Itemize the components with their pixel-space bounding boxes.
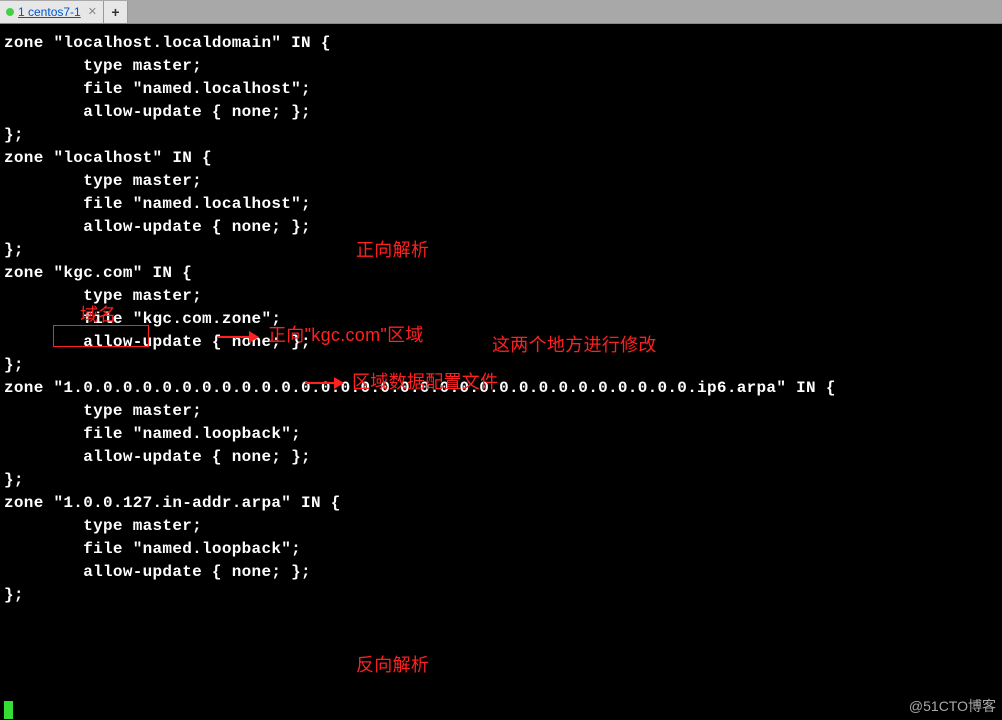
- red-box-domain: [53, 325, 149, 347]
- terminal-line: zone "1.0.0.127.in-addr.arpa" IN {: [4, 492, 998, 515]
- annotation-reverse-resolve: 反向解析: [356, 654, 429, 677]
- close-icon[interactable]: ✕: [88, 5, 97, 18]
- tab-bar: 1 centos7-1 ✕ +: [0, 0, 1002, 24]
- terminal-area[interactable]: zone "localhost.localdomain" IN { type m…: [0, 24, 1002, 611]
- terminal-line: zone "localhost" IN {: [4, 147, 998, 170]
- terminal-line: };: [4, 584, 998, 607]
- terminal-line: };: [4, 469, 998, 492]
- terminal-line: type master;: [4, 515, 998, 538]
- annotation-domain-label: 域名: [80, 304, 117, 327]
- terminal-line: allow-update { none; };: [4, 101, 998, 124]
- terminal-line: file "named.loopback";: [4, 423, 998, 446]
- tab-label: 1 centos7-1: [18, 5, 81, 19]
- arrow-icon: [218, 336, 258, 338]
- terminal-line: allow-update { none; };: [4, 561, 998, 584]
- terminal-cursor: [4, 701, 13, 719]
- terminal-line: };: [4, 239, 998, 262]
- terminal-line: zone "kgc.com" IN {: [4, 262, 998, 285]
- terminal-line: type master;: [4, 55, 998, 78]
- terminal-line: type master;: [4, 170, 998, 193]
- watermark: @51CTO博客: [909, 696, 996, 716]
- terminal-line: allow-update { none; };: [4, 446, 998, 469]
- tab-centos7-1[interactable]: 1 centos7-1 ✕: [0, 1, 104, 23]
- new-tab-button[interactable]: +: [104, 1, 128, 23]
- terminal-line: };: [4, 354, 998, 377]
- terminal-line: file "named.loopback";: [4, 538, 998, 561]
- annotation-zone-file: 区域数据配置文件: [352, 371, 498, 394]
- arrow-icon: [305, 382, 343, 384]
- annotation-modify-note: 这两个地方进行修改: [492, 334, 657, 357]
- terminal-line: file "kgc.com.zone";: [4, 308, 998, 331]
- terminal-line: };: [4, 124, 998, 147]
- terminal-line: zone "1.0.0.0.0.0.0.0.0.0.0.0.0.0.0.0.0.…: [4, 377, 998, 400]
- annotation-forward-zone: 正向"kgc.com"区域: [268, 324, 424, 347]
- annotation-forward-resolve: 正向解析: [356, 239, 429, 262]
- terminal-line: allow-update { none; };: [4, 216, 998, 239]
- terminal-line: type master;: [4, 400, 998, 423]
- terminal-line: type master;: [4, 285, 998, 308]
- terminal-line: zone "localhost.localdomain" IN {: [4, 32, 998, 55]
- terminal-line: file "named.localhost";: [4, 193, 998, 216]
- tab-status-icon: [6, 8, 14, 16]
- terminal-line: file "named.localhost";: [4, 78, 998, 101]
